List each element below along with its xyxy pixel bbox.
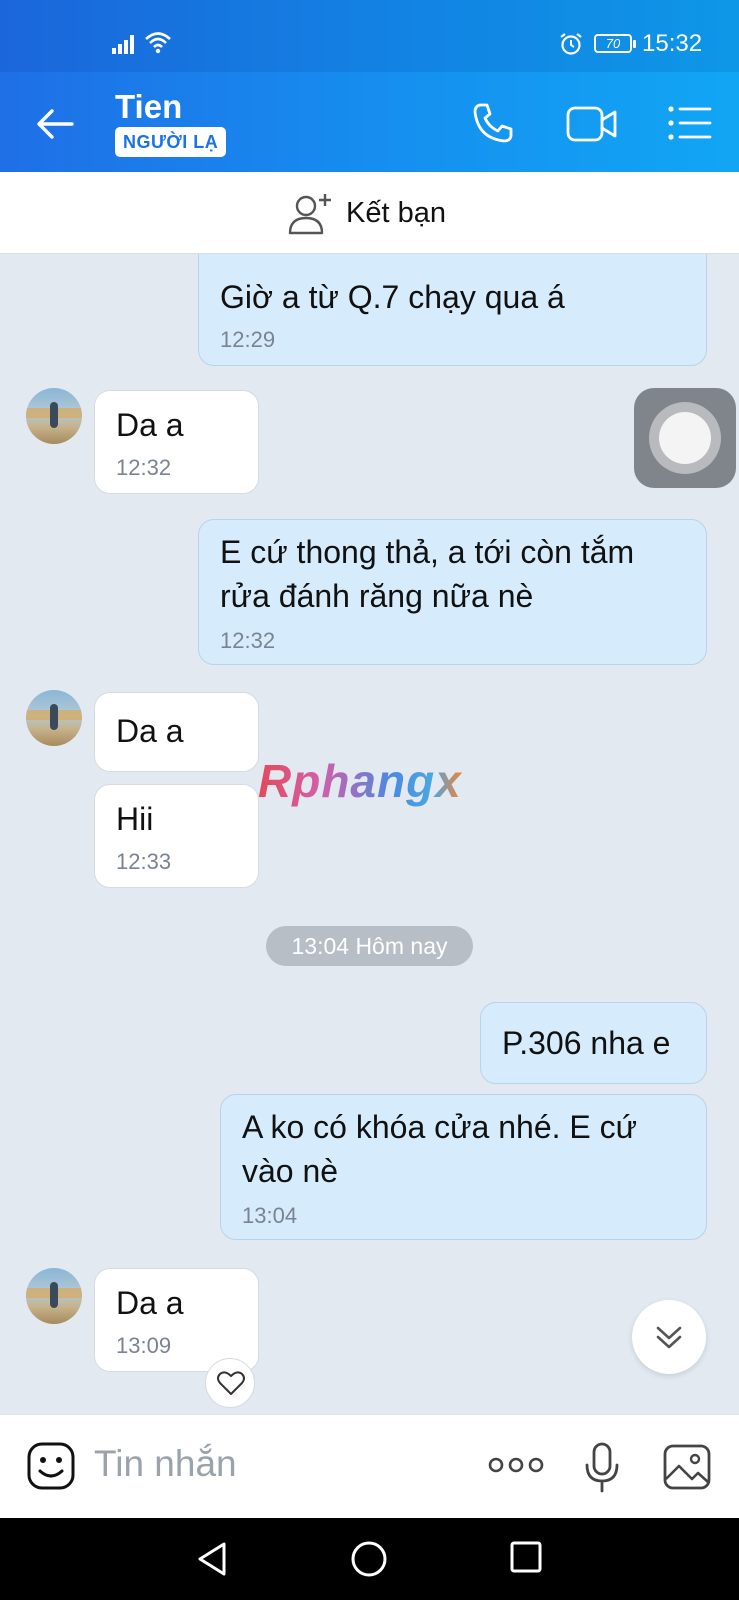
message-time: 12:32 (220, 628, 276, 653)
message-input[interactable]: Tin nhắn (94, 1443, 237, 1485)
message-bubble-incoming[interactable]: Da a 12:32 (94, 390, 259, 494)
avatar[interactable] (26, 690, 82, 746)
add-friend-label: Kết bạn (346, 196, 446, 229)
message-text: Hii (116, 801, 154, 837)
message-text: Da a (116, 1285, 184, 1321)
more-options-icon[interactable] (488, 1455, 544, 1475)
message-text: P.306 nha e (502, 1025, 671, 1061)
date-separator: 13:04 Hôm nay (266, 926, 473, 966)
nav-back-icon[interactable] (194, 1540, 230, 1578)
status-bar: 70 15:32 (0, 0, 739, 72)
message-bubble-incoming[interactable]: Hii 12:33 (94, 784, 259, 888)
scroll-to-bottom-button[interactable] (632, 1300, 706, 1374)
message-bubble-outgoing[interactable]: P.306 nha e (480, 1002, 707, 1084)
chat-area[interactable]: Giờ a từ Q.7 chạy qua á 12:29 Da a 12:32… (0, 254, 739, 1414)
microphone-icon[interactable] (582, 1441, 622, 1495)
message-bubble-incoming[interactable]: Da a (94, 692, 259, 772)
add-friend-bar[interactable]: Kết bạn (0, 172, 739, 254)
system-nav-bar (0, 1518, 739, 1600)
alarm-icon (560, 33, 582, 55)
avatar[interactable] (26, 388, 82, 444)
stranger-badge: NGƯỜI LẠ (115, 127, 227, 157)
message-text: Da a (116, 713, 184, 749)
header-bar: 70 15:32 Tien NGƯỜI LẠ (0, 0, 739, 172)
avatar[interactable] (26, 1268, 82, 1324)
signal-icon (112, 35, 134, 54)
wifi-icon (145, 32, 171, 54)
heart-icon (217, 1371, 245, 1395)
nav-recents-icon[interactable] (509, 1540, 543, 1574)
contact-name[interactable]: Tien (115, 88, 182, 126)
phone-icon[interactable] (470, 100, 516, 146)
video-call-icon[interactable] (566, 104, 618, 144)
message-text: Da a (116, 407, 184, 443)
image-gallery-icon[interactable] (662, 1443, 712, 1491)
sticker-icon[interactable] (26, 1441, 76, 1491)
watermark: Rphangx (258, 755, 462, 807)
back-arrow-icon[interactable] (30, 102, 82, 146)
message-bubble-outgoing[interactable]: Giờ a từ Q.7 chạy qua á 12:29 (198, 254, 707, 366)
double-chevron-down-icon (656, 1326, 682, 1349)
message-bubble-outgoing[interactable]: A ko có khóa cửa nhé. E cứ vào nè 13:04 (220, 1094, 707, 1240)
add-friend-icon (288, 194, 331, 235)
message-text: vào nè (242, 1153, 339, 1189)
message-time: 12:29 (220, 327, 276, 352)
menu-list-icon[interactable] (668, 106, 712, 140)
message-time: 12:32 (116, 455, 172, 480)
message-time: 13:04 (242, 1203, 298, 1228)
message-text: rửa đánh răng nữa nè (220, 578, 534, 614)
message-text: A ko có khóa cửa nhé. E cứ (242, 1109, 638, 1145)
react-heart-button[interactable] (205, 1358, 255, 1408)
battery-indicator: 70 (594, 34, 636, 53)
nav-home-icon[interactable] (350, 1540, 388, 1578)
message-bubble-incoming[interactable]: Da a 13:09 (94, 1268, 259, 1372)
message-text: E cứ thong thả, a tới còn tắm (220, 534, 635, 570)
message-text: Giờ a từ Q.7 chạy qua á (220, 279, 565, 315)
message-time: 12:33 (116, 849, 172, 874)
message-input-bar: Tin nhắn (0, 1414, 739, 1518)
assistive-touch-button[interactable] (634, 388, 736, 488)
status-time: 15:32 (642, 30, 703, 57)
message-time: 13:09 (116, 1333, 172, 1358)
message-bubble-outgoing[interactable]: E cứ thong thả, a tới còn tắm rửa đánh r… (198, 519, 707, 665)
